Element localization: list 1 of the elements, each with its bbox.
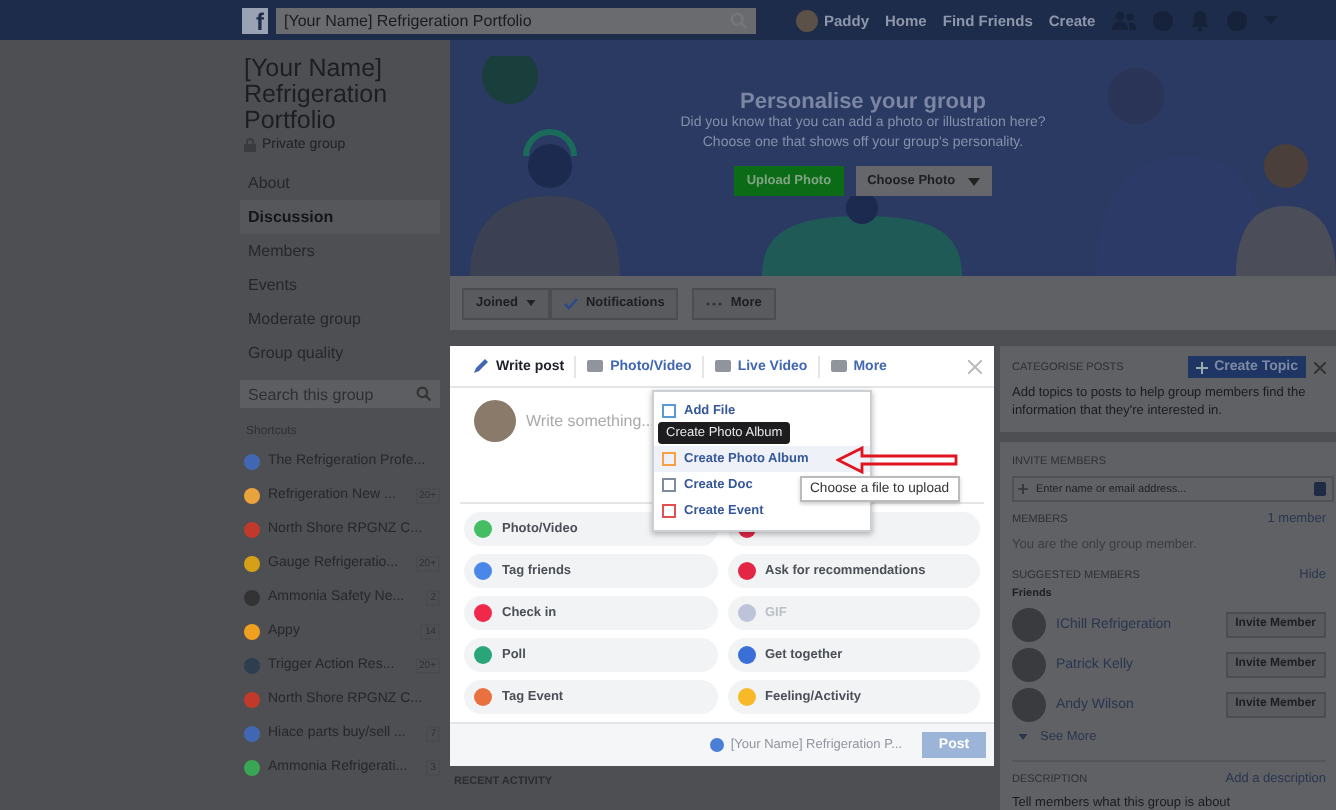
cover-heading: Personalise your group: [740, 92, 986, 114]
